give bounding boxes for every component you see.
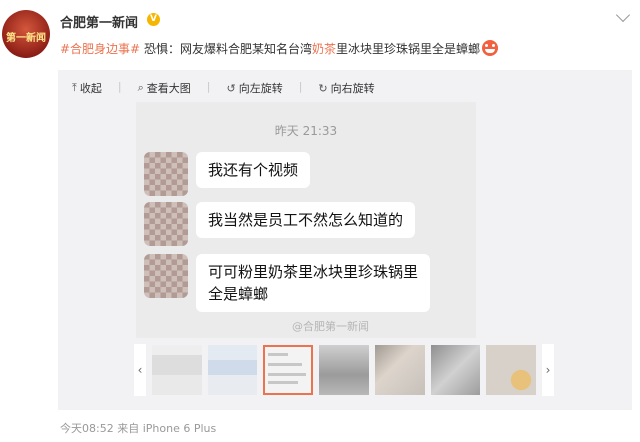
rotate-right-icon: ↻ xyxy=(318,81,328,95)
prev-thumbnail-button[interactable]: ‹ xyxy=(134,344,146,396)
collapse-icon: ⤒ xyxy=(72,81,77,94)
rotate-left-icon: ↺ xyxy=(226,81,236,95)
thumbnail[interactable] xyxy=(207,345,258,395)
media-viewer: ⤒ 收起 | ⌕ 查看大图 | ↺ 向左旋转 | ↻ 向右旋转 昨天 21:33… xyxy=(58,70,632,410)
source-device: iPhone 6 Plus xyxy=(142,422,217,435)
view-large-label: 查看大图 xyxy=(146,82,191,95)
chat-bubble: 可可粉里奶茶里冰块里珍珠锅里 全是蟑螂 xyxy=(196,254,431,312)
angry-face-emoji-icon xyxy=(481,40,498,56)
chat-bubble: 我还有个视频 xyxy=(196,152,311,188)
thumbnail[interactable] xyxy=(486,345,537,395)
verified-badge-icon: V xyxy=(147,13,160,26)
username[interactable]: 合肥第一新闻 xyxy=(60,12,138,31)
divider: | xyxy=(298,80,303,93)
rotate-left-button[interactable]: ↺ 向左旋转 xyxy=(226,80,282,96)
post-meta: 今天08:52 来自 iPhone 6 Plus xyxy=(60,420,216,436)
chevron-down-icon[interactable] xyxy=(615,7,631,23)
thumbnail-strip: ‹ › xyxy=(134,344,555,396)
post-time[interactable]: 今天08:52 xyxy=(60,422,114,435)
thumbnail[interactable] xyxy=(151,345,202,395)
post-text: #合肥身边事# 恐惧：网友爆料合肥某知名台湾奶茶里冰块里珍珠锅里全是蟑螂 xyxy=(60,40,498,57)
rotate-right-button[interactable]: ↻ 向右旋转 xyxy=(318,80,374,96)
chat-timestamp: 昨天 21:33 xyxy=(274,124,338,138)
thumbnail[interactable] xyxy=(319,345,369,395)
collapse-button[interactable]: ⤒ 收起 xyxy=(72,80,102,96)
rotate-left-label: 向左旋转 xyxy=(238,82,283,95)
avatar[interactable]: 第一新闻 xyxy=(2,10,50,58)
divider: | xyxy=(206,80,211,93)
source-prefix: 来自 xyxy=(117,422,140,435)
thumbnail-selected[interactable] xyxy=(263,345,314,395)
view-large-button[interactable]: ⌕ 查看大图 xyxy=(138,80,191,96)
collapse-label: 收起 xyxy=(79,82,102,95)
keyword-link[interactable]: 奶茶 xyxy=(312,42,336,56)
post-text-before: 恐惧：网友爆料合肥某知名台湾 xyxy=(140,42,312,56)
hashtag-link[interactable]: #合肥身边事# xyxy=(60,42,140,56)
thumbnail[interactable] xyxy=(430,345,481,395)
avatar-text: 第一新闻 xyxy=(6,33,46,44)
chat-bubble: 我当然是员工不然怎么知道的 xyxy=(196,202,416,238)
chat-avatar xyxy=(144,152,188,196)
thumbnail[interactable] xyxy=(374,345,425,395)
post-text-after: 里冰块里珍珠锅里全是蟑螂 xyxy=(335,42,480,56)
search-icon: ⌕ xyxy=(137,81,144,94)
next-thumbnail-button[interactable]: › xyxy=(542,344,555,396)
chat-avatar xyxy=(144,202,188,246)
watermark: @合肥第一新闻 xyxy=(292,320,369,333)
chat-screenshot[interactable]: 昨天 21:33 我还有个视频 我当然是员工不然怎么知道的 可可粉里奶茶里冰块里… xyxy=(136,102,476,338)
rotate-right-label: 向右旋转 xyxy=(330,82,375,95)
media-toolbar: ⤒ 收起 | ⌕ 查看大图 | ↺ 向左旋转 | ↻ 向右旋转 xyxy=(72,80,375,96)
chat-avatar xyxy=(144,254,188,298)
divider: | xyxy=(117,80,122,93)
